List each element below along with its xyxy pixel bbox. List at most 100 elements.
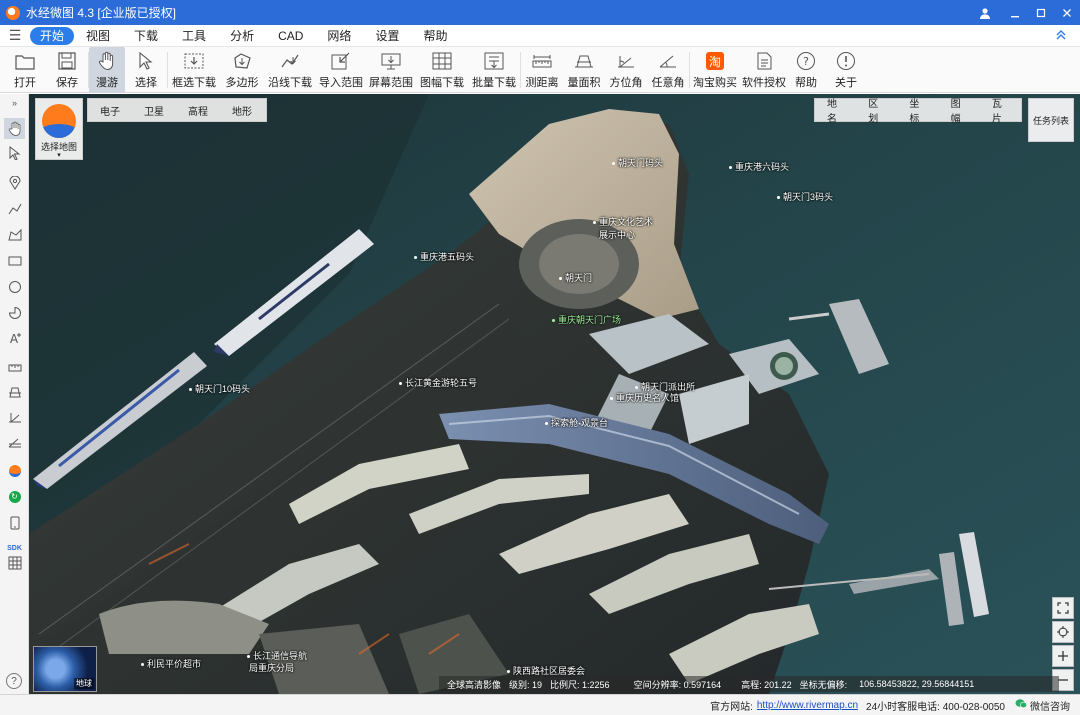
polygon-button[interactable]: 多边形 <box>220 47 264 93</box>
arbitrary-angle-button[interactable]: 任意角 <box>647 47 689 93</box>
window-title: 水经微图 4.3 [企业版已授权] <box>26 6 177 20</box>
place-label[interactable]: 朝天门 <box>559 271 592 284</box>
screen-range-button[interactable]: 屏幕范围 <box>366 47 416 93</box>
layer-switcher: 地名 区划 坐标 图幅 瓦片 <box>814 95 1022 125</box>
taobao-buy-button[interactable]: 淘 淘宝购买 <box>690 47 740 93</box>
layer-coordinates[interactable]: 坐标 <box>897 95 938 125</box>
hand-tool-icon[interactable] <box>4 118 25 139</box>
place-label[interactable]: 重庆港六码头 <box>729 160 789 173</box>
save-button[interactable]: 保存 <box>46 47 88 93</box>
menu-help[interactable]: 帮助 <box>411 27 459 45</box>
box-download-button[interactable]: 框选下载 <box>168 47 220 93</box>
measure-distance-button[interactable]: 测距离 <box>521 47 563 93</box>
batch-download-button[interactable]: 批量下载 <box>468 47 520 93</box>
angle-side-icon[interactable] <box>4 431 25 452</box>
circle-tool-icon[interactable] <box>4 276 25 297</box>
wechat-consult-link[interactable]: 微信咨询 <box>1030 698 1070 713</box>
azimuth-label: 方位角 <box>609 77 643 89</box>
fullscreen-icon <box>1057 602 1069 614</box>
sector-tool-icon[interactable] <box>4 302 25 323</box>
minimize-button[interactable] <box>1002 0 1028 25</box>
azimuth-button[interactable]: 方位角 <box>605 47 647 93</box>
place-label[interactable]: 重庆文化艺术 <box>593 215 653 228</box>
map-type-satellite[interactable]: 卫星 <box>132 103 176 118</box>
menu-tools[interactable]: 工具 <box>170 27 218 45</box>
arrow-select-icon[interactable] <box>4 142 25 163</box>
text-tool-icon[interactable]: A <box>4 327 25 348</box>
place-label[interactable]: 重庆朝天门广场 <box>552 313 621 326</box>
menu-analysis[interactable]: 分析 <box>218 27 266 45</box>
layer-districts[interactable]: 区划 <box>856 95 897 125</box>
globe-green-icon[interactable]: ↻ <box>4 486 25 507</box>
roam-label: 漫游 <box>96 77 118 89</box>
place-label[interactable]: 长江黄金游轮五号 <box>399 376 477 389</box>
azimuth-side-icon[interactable] <box>4 406 25 427</box>
hand-icon <box>96 50 118 72</box>
globe-thumbnail[interactable]: 地球 <box>33 646 97 692</box>
zoom-level: 级别: 19 <box>509 679 543 690</box>
line-tool-icon[interactable] <box>4 198 25 219</box>
place-label[interactable]: 探索舱·观景台 <box>545 416 608 429</box>
fullscreen-button[interactable] <box>1052 597 1074 619</box>
collapse-ribbon-icon[interactable] <box>1056 29 1066 43</box>
polygon-label: 多边形 <box>225 77 259 89</box>
polygon-tool-icon[interactable] <box>4 224 25 245</box>
measure-area-button[interactable]: 量面积 <box>563 47 605 93</box>
rectangle-tool-icon[interactable] <box>4 250 25 271</box>
help-button[interactable]: ? 帮助 <box>788 47 824 93</box>
menu-view[interactable]: 视图 <box>74 27 122 45</box>
line-download-button[interactable]: 沿线下载 <box>264 47 316 93</box>
zoom-in-button[interactable] <box>1052 645 1074 667</box>
help-circle-icon[interactable]: ? <box>6 673 22 689</box>
menu-start[interactable]: 开始 <box>30 26 75 45</box>
place-label[interactable]: 重庆港五码头 <box>414 250 474 263</box>
sheet-download-button[interactable]: 图幅下载 <box>416 47 468 93</box>
select-button[interactable]: 选择 <box>125 47 167 93</box>
marker-tool-icon[interactable] <box>4 172 25 193</box>
menu-network[interactable]: 网络 <box>315 27 363 45</box>
website-link[interactable]: http://www.rivermap.cn <box>757 700 858 711</box>
place-label[interactable]: 朝天门3码头 <box>777 190 833 203</box>
map-type-electronic[interactable]: 电子 <box>88 103 132 118</box>
maximize-button[interactable] <box>1028 0 1054 25</box>
measure-distance-side-icon[interactable] <box>4 356 25 377</box>
question-icon: ? <box>795 50 817 72</box>
place-label[interactable]: 重庆历史名人馆 <box>610 391 679 404</box>
map-selector-button[interactable]: 选择地图 ▾ <box>35 98 83 160</box>
grid-side-icon[interactable] <box>4 552 25 573</box>
place-label[interactable]: 展示中心 <box>599 228 635 241</box>
map-type-terrain[interactable]: 地形 <box>220 103 264 118</box>
map-type-elevation[interactable]: 高程 <box>176 103 220 118</box>
menu-bar: ☰ 开始 视图 下载 工具 分析 CAD 网络 设置 帮助 <box>0 25 1080 47</box>
locate-button[interactable] <box>1052 621 1074 643</box>
task-list-button[interactable]: 任务列表 <box>1028 98 1074 142</box>
open-button[interactable]: 打开 <box>4 47 46 93</box>
layer-sheets[interactable]: 图幅 <box>939 95 980 125</box>
place-label[interactable]: 局重庆分局 <box>249 661 294 674</box>
layer-place-names[interactable]: 地名 <box>815 95 856 125</box>
layer-tiles[interactable]: 瓦片 <box>980 95 1021 125</box>
phone-icon[interactable] <box>4 512 25 533</box>
map-logo-side-icon[interactable] <box>4 460 25 481</box>
close-button[interactable] <box>1054 0 1080 25</box>
place-label[interactable]: 利民平价超市 <box>141 657 201 670</box>
hamburger-menu-icon[interactable]: ☰ <box>0 27 30 44</box>
import-range-button[interactable]: 导入范围 <box>316 47 366 93</box>
taobao-icon-text: 淘 <box>706 52 724 70</box>
about-button[interactable]: 关于 <box>824 47 868 93</box>
place-label[interactable]: 朝天门10码头 <box>189 382 250 395</box>
menu-cad[interactable]: CAD <box>266 27 315 45</box>
help-label: 帮助 <box>795 77 817 89</box>
expand-sidebar-icon[interactable]: » <box>4 96 25 110</box>
azimuth-icon <box>615 50 637 72</box>
menu-settings[interactable]: 设置 <box>363 27 411 45</box>
svg-text:A: A <box>9 332 18 345</box>
map-view[interactable]: 选择地图 ▾ 电子 卫星 高程 地形 地名 区划 坐标 图幅 瓦片 任务列表 朝… <box>29 94 1080 694</box>
elevation: 高程: 201.22 <box>741 679 792 690</box>
measure-area-side-icon[interactable] <box>4 381 25 402</box>
place-label[interactable]: 朝天门码头 <box>612 156 663 169</box>
roam-button[interactable]: 漫游 <box>89 47 125 93</box>
user-icon[interactable] <box>968 0 1002 25</box>
software-license-button[interactable]: 软件授权 <box>740 47 788 93</box>
menu-download[interactable]: 下载 <box>122 27 170 45</box>
